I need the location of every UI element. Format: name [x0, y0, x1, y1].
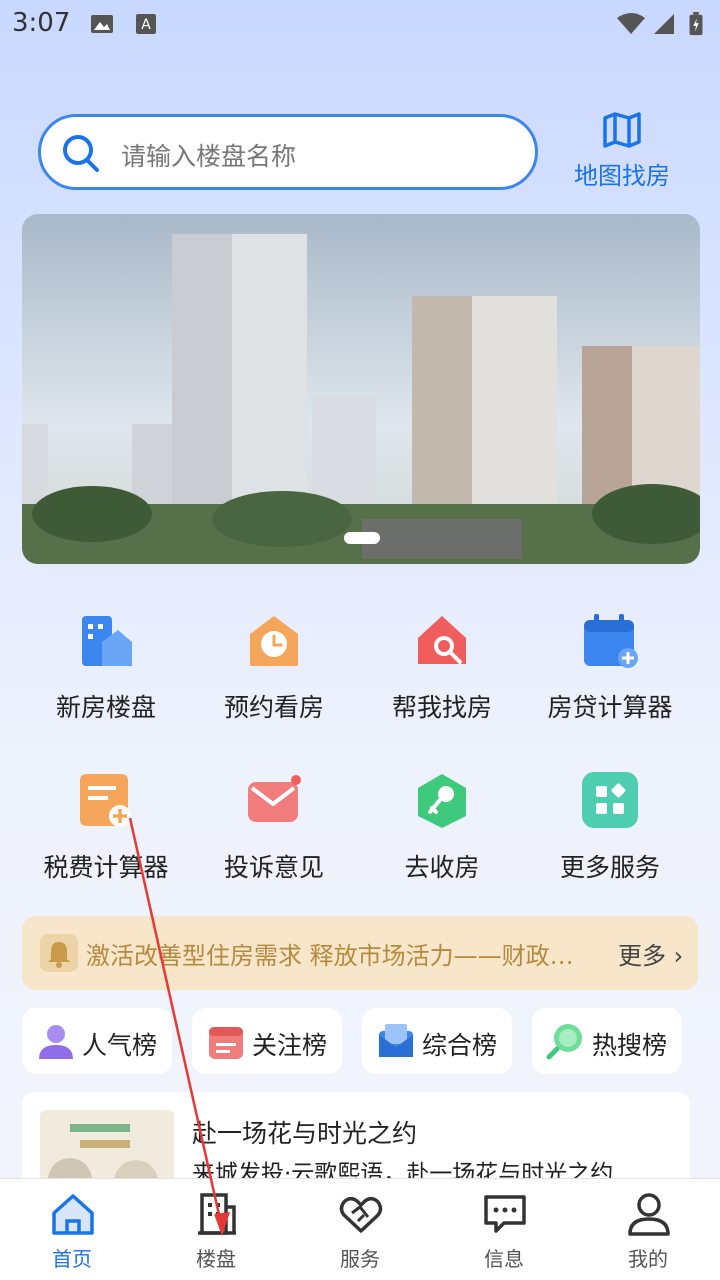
- service-mortgage-calculator[interactable]: 房贷计算器: [526, 612, 694, 752]
- user-icon: [39, 1025, 73, 1059]
- service-label: 新房楼盘: [55, 693, 156, 722]
- bottom-navigation: 首页 楼盘 服务 信息 我的: [0, 1178, 720, 1280]
- svg-text:A: A: [141, 17, 151, 33]
- wifi-icon: [617, 13, 645, 34]
- building-icon: [82, 616, 132, 666]
- service-label: 税费计算器: [43, 853, 169, 882]
- notice-text: 激活改善型住房需求 释放市场活力——财政部税务总局住建部: [86, 942, 591, 970]
- map-icon: [603, 112, 641, 148]
- clock-house-icon: [250, 616, 298, 666]
- rank-overall[interactable]: 综合榜: [362, 1008, 512, 1074]
- search-input[interactable]: 请输入楼盘名称: [38, 114, 538, 190]
- notice-more-link[interactable]: 更多 ›: [618, 936, 683, 971]
- news-card[interactable]: 赴一场花与时光之约 来城发投·云歌熙语，赴一场花与时光之约: [22, 1092, 690, 1192]
- calendar-icon: [209, 1027, 243, 1059]
- building-illustration: [22, 214, 700, 564]
- search-icon: [546, 1024, 582, 1060]
- image-icon: [91, 15, 113, 33]
- map-search-label: 地图找房: [574, 162, 670, 190]
- chevron-right-icon: ›: [673, 942, 684, 970]
- nav-label: 服务: [340, 1247, 380, 1271]
- handshake-icon: [339, 1197, 383, 1233]
- service-label: 去收房: [404, 853, 480, 882]
- nav-label: 我的: [628, 1247, 668, 1271]
- rank-label: 综合榜: [422, 1031, 498, 1060]
- notice-more-label: 更多: [618, 942, 666, 970]
- bell-icon: [40, 934, 78, 972]
- document-add-icon: [80, 774, 131, 827]
- service-new-houses[interactable]: 新房楼盘: [22, 612, 190, 752]
- service-complaint[interactable]: 投诉意见: [190, 772, 358, 912]
- battery-icon: [689, 12, 703, 36]
- service-more[interactable]: 更多服务: [526, 772, 694, 912]
- signal-icon: [654, 14, 674, 34]
- service-receive-house[interactable]: 去收房: [358, 772, 526, 912]
- promo-banner[interactable]: [22, 214, 700, 564]
- nav-messages[interactable]: 信息: [432, 1179, 576, 1280]
- map-search-button[interactable]: 地图找房: [562, 112, 682, 192]
- rank-hot-search[interactable]: 热搜榜: [532, 1008, 682, 1074]
- envelope-icon: [379, 1024, 413, 1057]
- text-icon: A: [136, 14, 156, 34]
- nav-label: 楼盘: [196, 1247, 236, 1271]
- service-tax-calculator[interactable]: 税费计算器: [22, 772, 190, 912]
- search-placeholder: 请输入楼盘名称: [121, 142, 297, 171]
- nav-services[interactable]: 服务: [288, 1179, 432, 1280]
- news-title: 赴一场花与时光之约: [192, 1119, 418, 1148]
- chat-icon: [484, 1195, 526, 1233]
- nav-label: 信息: [484, 1247, 524, 1271]
- key-icon: [418, 774, 466, 828]
- nav-properties[interactable]: 楼盘: [144, 1179, 288, 1280]
- calendar-add-icon: [584, 614, 638, 668]
- status-bar: 3:07 A: [0, 0, 720, 50]
- apps-icon: [582, 772, 638, 828]
- service-label: 帮我找房: [391, 693, 492, 722]
- mail-icon: [248, 775, 301, 822]
- rank-follow[interactable]: 关注榜: [192, 1008, 342, 1074]
- service-find-house[interactable]: 帮我找房: [358, 612, 526, 752]
- carousel-indicator[interactable]: [344, 532, 380, 544]
- rank-label: 关注榜: [252, 1031, 328, 1060]
- service-label: 更多服务: [559, 853, 660, 882]
- service-label: 房贷计算器: [547, 693, 673, 722]
- service-book-viewing[interactable]: 预约看房: [190, 612, 358, 752]
- person-icon: [628, 1193, 670, 1236]
- nav-profile[interactable]: 我的: [576, 1179, 720, 1280]
- service-label: 投诉意见: [223, 853, 324, 882]
- rank-label: 人气榜: [82, 1031, 158, 1060]
- status-time: 3:07: [12, 8, 71, 38]
- rank-label: 热搜榜: [592, 1031, 668, 1060]
- rank-popular[interactable]: 人气榜: [22, 1008, 172, 1074]
- service-label: 预约看房: [223, 693, 324, 722]
- search-icon: [63, 135, 99, 172]
- house-search-icon: [418, 616, 466, 664]
- nav-label: 首页: [52, 1247, 92, 1271]
- nav-home[interactable]: 首页: [0, 1179, 144, 1280]
- notice-bar[interactable]: 激活改善型住房需求 释放市场活力——财政部税务总局住建部 更多 ›: [22, 916, 698, 990]
- home-icon: [52, 1194, 94, 1235]
- building-icon: [198, 1193, 236, 1235]
